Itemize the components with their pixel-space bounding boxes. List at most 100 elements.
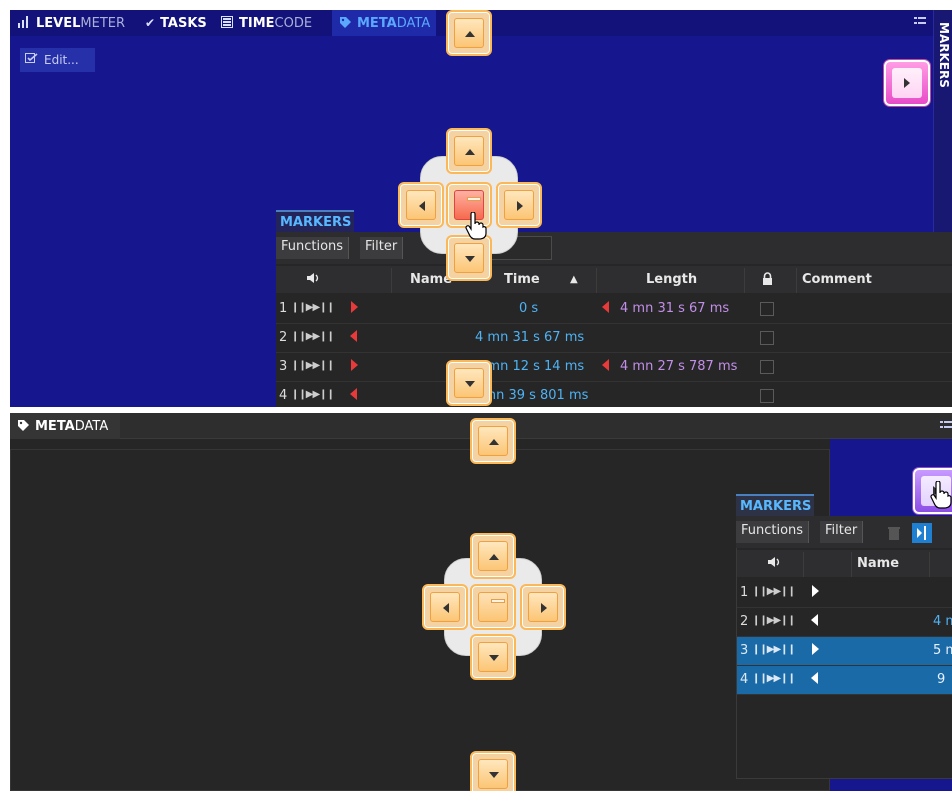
play-range-icon[interactable]: ❙❙▶▶❙❙ <box>291 389 335 400</box>
tab-metadata[interactable]: METADATA <box>10 413 120 439</box>
row-number: 4 <box>279 388 288 403</box>
lock-checkbox[interactable] <box>760 302 774 316</box>
marker-start-icon <box>812 643 819 655</box>
tab-label-bold: TASKS <box>160 15 207 31</box>
play-range-icon[interactable]: ❙❙▶▶❙❙ <box>752 615 796 626</box>
play-range-icon[interactable]: ❙❙▶▶❙❙ <box>752 673 796 684</box>
dock-guide-left[interactable] <box>398 182 444 228</box>
panel-menu-icon[interactable] <box>940 419 952 433</box>
hand-cursor-icon <box>930 481 952 509</box>
functions-menu[interactable]: Functions <box>276 237 350 259</box>
timecode-icon <box>220 16 234 30</box>
markers-table: Name Time ▲ Length Comment 1 ❙❙▶▶❙❙ 0 s … <box>276 264 952 407</box>
time-value: 0 s <box>519 301 539 316</box>
metadata-panel-content <box>10 449 830 791</box>
markers-window-title[interactable]: MARKERS <box>276 210 354 232</box>
edit-icon <box>25 52 39 68</box>
table-row[interactable]: 4 ❙❙▶▶❙❙ 9 mn 39 s 801 ms <box>276 382 952 407</box>
column-divider <box>803 552 804 577</box>
tab-label-light: METER <box>80 15 126 31</box>
time-value: 9 <box>937 672 946 687</box>
insert-marker-icon[interactable] <box>912 523 932 543</box>
table-row[interactable]: 1 ❙❙▶▶❙❙ 0 s 4 mn 31 s 67 ms <box>276 295 952 324</box>
dock-guide-up[interactable] <box>446 128 492 174</box>
tab-label-bold: LEVEL <box>36 15 81 31</box>
tab-label-bold: TIME <box>239 15 275 31</box>
dock-guide-bottom-edge[interactable] <box>470 751 516 791</box>
column-header-time[interactable]: Time <box>504 272 540 287</box>
column-divider <box>744 268 745 293</box>
speaker-icon[interactable] <box>306 272 320 288</box>
column-header-name[interactable]: Name <box>857 556 899 571</box>
dock-guide-left[interactable] <box>422 584 468 630</box>
dock-guide-right[interactable] <box>496 182 542 228</box>
sort-ascending-icon: ▲ <box>570 274 578 285</box>
row-number: 1 <box>279 301 288 316</box>
levelmeter-icon <box>17 16 31 30</box>
tag-icon <box>339 16 352 30</box>
delete-icon[interactable] <box>884 523 904 543</box>
play-range-icon[interactable]: ❙❙▶▶❙❙ <box>291 331 335 342</box>
length-value: 4 mn 27 s 787 ms <box>620 359 738 374</box>
lock-checkbox[interactable] <box>760 389 774 403</box>
marker-start-icon <box>351 359 358 371</box>
play-range-icon[interactable]: ❙❙▶▶❙❙ <box>752 644 796 655</box>
row-number: 3 <box>740 643 749 658</box>
tab-label-light: CODE <box>274 15 313 31</box>
tab-timecode[interactable]: TIMECODE <box>213 10 331 36</box>
column-divider <box>929 552 930 577</box>
row-number: 3 <box>279 359 288 374</box>
marker-end-icon <box>811 672 818 684</box>
table-row-selected[interactable]: 3 ❙❙▶▶❙❙ 5 m <box>737 637 952 666</box>
markers-window[interactable]: MARKERS Functions Filter Name 1 ❙❙▶▶❙❙ 2… <box>736 494 952 779</box>
dock-guide-bottom-edge[interactable] <box>446 360 492 406</box>
play-range-icon[interactable]: ❙❙▶▶❙❙ <box>752 586 796 597</box>
dock-guide-top-edge[interactable] <box>470 418 516 464</box>
row-number: 2 <box>740 614 749 629</box>
filter-menu[interactable]: Filter <box>820 521 864 543</box>
tab-metadata[interactable]: METADATA <box>332 10 436 36</box>
table-row[interactable]: 1 ❙❙▶▶❙❙ <box>737 579 952 608</box>
length-marker-icon <box>602 359 609 371</box>
panel-bottom-docked: METADATA MARKERS Functions Filter Name 1… <box>10 413 952 791</box>
marker-start-icon <box>812 585 819 597</box>
dock-guide-center[interactable] <box>470 584 516 630</box>
dock-guide-up[interactable] <box>470 533 516 579</box>
filter-menu[interactable]: Filter <box>360 237 404 259</box>
lock-icon[interactable] <box>762 272 773 289</box>
panel-menu-icon[interactable] <box>914 15 926 29</box>
dock-guide-top-edge[interactable] <box>446 10 492 56</box>
dock-guide-right[interactable] <box>520 584 566 630</box>
markers-table-header: Name <box>737 550 952 577</box>
column-divider <box>391 268 392 293</box>
markers-window-title[interactable]: MARKERS <box>736 494 814 516</box>
play-range-icon[interactable]: ❙❙▶▶❙❙ <box>291 360 335 371</box>
markers-table: Name 1 ❙❙▶▶❙❙ 2 ❙❙▶▶❙❙ 4 m 3 ❙❙▶▶❙❙ 5 m <box>736 548 952 779</box>
edit-button[interactable]: Edit... <box>20 48 95 72</box>
table-row-selected[interactable]: 4 ❙❙▶▶❙❙ 9 <box>737 666 952 695</box>
tab-label-bold: META <box>357 15 397 31</box>
lock-checkbox[interactable] <box>760 360 774 374</box>
dock-guide-down[interactable] <box>470 634 516 680</box>
table-row[interactable]: 3 ❙❙▶▶❙❙ 5 mn 12 s 14 ms 4 mn 27 s 787 m… <box>276 353 952 382</box>
markers-window[interactable]: MARKERS Functions Filter Name Time ▲ Len… <box>276 210 952 407</box>
length-marker-icon <box>602 301 609 313</box>
markers-table-header: Name Time ▲ Length Comment <box>276 266 952 293</box>
tab-label-bold: META <box>35 418 75 434</box>
marker-end-icon <box>350 330 357 342</box>
table-row[interactable]: 2 ❙❙▶▶❙❙ 4 mn 31 s 67 ms <box>276 324 952 353</box>
lock-checkbox[interactable] <box>760 331 774 345</box>
column-header-comment[interactable]: Comment <box>802 272 872 287</box>
dock-guide-down[interactable] <box>446 235 492 281</box>
functions-menu[interactable]: Functions <box>736 521 810 543</box>
table-row[interactable]: 2 ❙❙▶▶❙❙ 4 m <box>737 608 952 637</box>
time-value: 5 m <box>933 643 952 658</box>
dock-side-tab-button[interactable] <box>884 60 930 106</box>
play-range-icon[interactable]: ❙❙▶▶❙❙ <box>291 302 335 313</box>
row-number: 4 <box>740 672 749 687</box>
speaker-icon[interactable] <box>767 556 781 572</box>
tab-tasks[interactable]: ✔ TASKS <box>138 10 210 36</box>
tab-levelmeter[interactable]: LEVELMETER <box>10 10 136 36</box>
panel-top-docked: LEVELMETER ✔ TASKS TIMECODE METADATA MAR… <box>10 10 952 407</box>
column-header-length[interactable]: Length <box>646 272 697 287</box>
